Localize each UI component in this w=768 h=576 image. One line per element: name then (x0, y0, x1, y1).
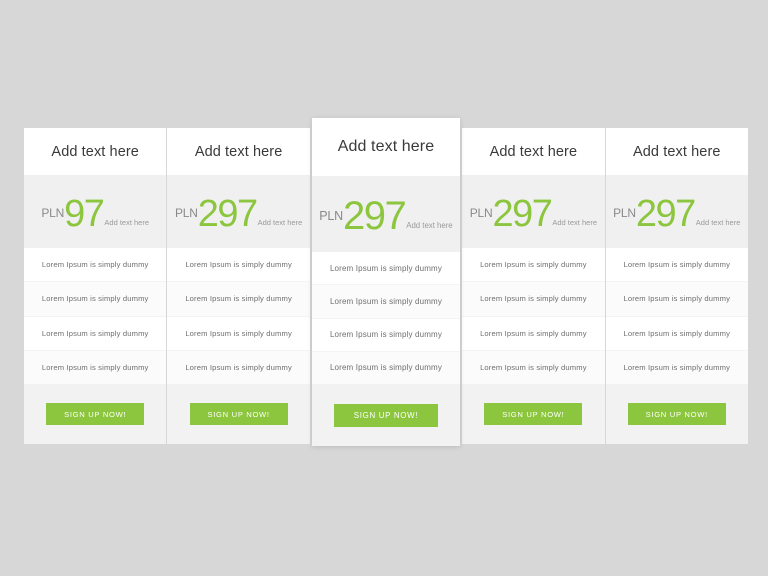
plan-header-4: Add text here (462, 128, 605, 175)
plan-price-band-1: PLN 97 Add text here (24, 175, 167, 248)
feature-row: Lorem Ipsum is simply dummy (311, 252, 461, 286)
price-currency-5: PLN (613, 205, 636, 220)
feature-row: Lorem Ipsum is simply dummy (24, 282, 167, 317)
plan-title-3: Add text here (337, 138, 435, 155)
feature-text: Lorem Ipsum is simply dummy (480, 294, 587, 304)
sign-up-button-1[interactable]: SIGN UP NOW! (46, 403, 145, 425)
price-amount-1: 97 (64, 192, 105, 235)
feature-row: Lorem Ipsum is simply dummy (462, 282, 605, 317)
feature-text: Lorem Ipsum is simply dummy (41, 294, 149, 304)
plan-title-2: Add text here (194, 143, 283, 160)
feature-text: Lorem Ipsum is simply dummy (480, 328, 587, 338)
price-amount-4: 297 (492, 192, 552, 235)
pricing-table: Add text here PLN 97 Add text here Lorem… (24, 118, 748, 446)
pricing-plan-card-4[interactable]: Add text here PLN 297 Add text here Lore… (462, 128, 605, 444)
plan-header-3: Add text here (311, 118, 461, 176)
plan-footer-5: SIGN UP NOW! (605, 384, 748, 444)
feature-text: Lorem Ipsum is simply dummy (623, 328, 731, 338)
feature-text: Lorem Ipsum is simply dummy (185, 328, 292, 338)
feature-row: Lorem Ipsum is simply dummy (605, 248, 748, 283)
price-group-4: PLN 297 Add text here (470, 195, 597, 233)
feature-row: Lorem Ipsum is simply dummy (311, 351, 461, 384)
feature-text: Lorem Ipsum is simply dummy (329, 296, 443, 306)
price-amount-5: 297 (635, 192, 696, 235)
feature-text: Lorem Ipsum is simply dummy (329, 363, 443, 373)
plan-features-1: Lorem Ipsum is simply dummy Lorem Ipsum … (24, 248, 167, 384)
feature-row: Lorem Ipsum is simply dummy (605, 282, 748, 317)
feature-text: Lorem Ipsum is simply dummy (329, 263, 443, 273)
plan-footer-1: SIGN UP NOW! (24, 384, 167, 444)
sign-up-button-5[interactable]: SIGN UP NOW! (627, 403, 726, 425)
price-currency-1: PLN (41, 205, 65, 220)
sign-up-button-4[interactable]: SIGN UP NOW! (484, 403, 583, 425)
plan-features-2: Lorem Ipsum is simply dummy Lorem Ipsum … (167, 248, 310, 384)
price-group-3: PLN 297 Add text here (319, 196, 452, 236)
price-currency-2: PLN (174, 205, 198, 220)
feature-row: Lorem Ipsum is simply dummy (24, 248, 167, 283)
feature-row: Lorem Ipsum is simply dummy (605, 316, 748, 351)
plan-title-1: Add text here (51, 143, 139, 160)
feature-text: Lorem Ipsum is simply dummy (185, 294, 292, 304)
price-currency-3: PLN (319, 209, 344, 223)
feature-text: Lorem Ipsum is simply dummy (623, 362, 731, 372)
pricing-plan-card-1[interactable]: Add text here PLN 97 Add text here Lorem… (24, 128, 167, 444)
plan-header-5: Add text here (605, 128, 748, 175)
feature-row: Lorem Ipsum is simply dummy (167, 282, 310, 317)
price-note-5: Add text here (695, 217, 741, 227)
sign-up-button-2[interactable]: SIGN UP NOW! (189, 403, 288, 425)
price-note-1: Add text here (104, 217, 150, 227)
price-note-4: Add text here (552, 217, 597, 227)
plan-footer-3: SIGN UP NOW! (311, 384, 461, 446)
plan-features-5: Lorem Ipsum is simply dummy Lorem Ipsum … (605, 248, 748, 384)
feature-text: Lorem Ipsum is simply dummy (41, 328, 149, 338)
slide-canvas: Add text here PLN 97 Add text here Lorem… (0, 0, 768, 576)
feature-text: Lorem Ipsum is simply dummy (41, 260, 149, 270)
price-group-5: PLN 297 Add text here (613, 195, 740, 233)
feature-text: Lorem Ipsum is simply dummy (41, 362, 149, 372)
feature-row: Lorem Ipsum is simply dummy (24, 316, 167, 351)
feature-text: Lorem Ipsum is simply dummy (480, 260, 587, 270)
pricing-plan-card-2[interactable]: Add text here PLN 297 Add text here Lore… (167, 128, 310, 444)
feature-row: Lorem Ipsum is simply dummy (462, 350, 605, 384)
feature-text: Lorem Ipsum is simply dummy (480, 362, 587, 372)
plan-header-2: Add text here (167, 128, 310, 175)
price-currency-4: PLN (469, 205, 493, 220)
feature-row: Lorem Ipsum is simply dummy (167, 350, 310, 384)
plan-features-3: Lorem Ipsum is simply dummy Lorem Ipsum … (311, 252, 461, 384)
price-note-2: Add text here (257, 217, 303, 227)
feature-row: Lorem Ipsum is simply dummy (462, 316, 605, 351)
pricing-plan-card-3-featured[interactable]: Add text here PLN 297 Add text here Lore… (311, 118, 461, 446)
feature-text: Lorem Ipsum is simply dummy (329, 330, 443, 340)
feature-row: Lorem Ipsum is simply dummy (24, 350, 167, 384)
plan-header-1: Add text here (24, 128, 167, 175)
plan-footer-4: SIGN UP NOW! (462, 384, 605, 444)
feature-row: Lorem Ipsum is simply dummy (605, 350, 748, 384)
feature-row: Lorem Ipsum is simply dummy (167, 316, 310, 351)
plan-price-band-5: PLN 297 Add text here (605, 175, 748, 248)
feature-text: Lorem Ipsum is simply dummy (623, 260, 731, 270)
feature-text: Lorem Ipsum is simply dummy (185, 362, 292, 372)
feature-text: Lorem Ipsum is simply dummy (623, 294, 731, 304)
plan-price-band-3: PLN 297 Add text here (311, 176, 461, 252)
plan-title-5: Add text here (632, 143, 721, 160)
feature-row: Lorem Ipsum is simply dummy (462, 248, 605, 283)
sign-up-button-3[interactable]: SIGN UP NOW! (333, 403, 438, 427)
plan-price-band-2: PLN 297 Add text here (167, 175, 310, 248)
price-amount-3: 297 (343, 194, 407, 238)
price-group-1: PLN 97 Add text here (41, 195, 149, 233)
plan-price-band-4: PLN 297 Add text here (462, 175, 605, 248)
feature-row: Lorem Ipsum is simply dummy (167, 248, 310, 283)
price-note-3: Add text here (406, 221, 453, 230)
feature-row: Lorem Ipsum is simply dummy (311, 318, 461, 352)
feature-row: Lorem Ipsum is simply dummy (311, 285, 461, 319)
price-group-2: PLN 297 Add text here (175, 195, 302, 233)
plan-footer-2: SIGN UP NOW! (167, 384, 310, 444)
plan-title-4: Add text here (489, 143, 578, 160)
pricing-plan-card-5[interactable]: Add text here PLN 297 Add text here Lore… (605, 128, 748, 444)
feature-text: Lorem Ipsum is simply dummy (185, 260, 292, 270)
plan-features-4: Lorem Ipsum is simply dummy Lorem Ipsum … (462, 248, 605, 384)
price-amount-2: 297 (197, 192, 258, 235)
